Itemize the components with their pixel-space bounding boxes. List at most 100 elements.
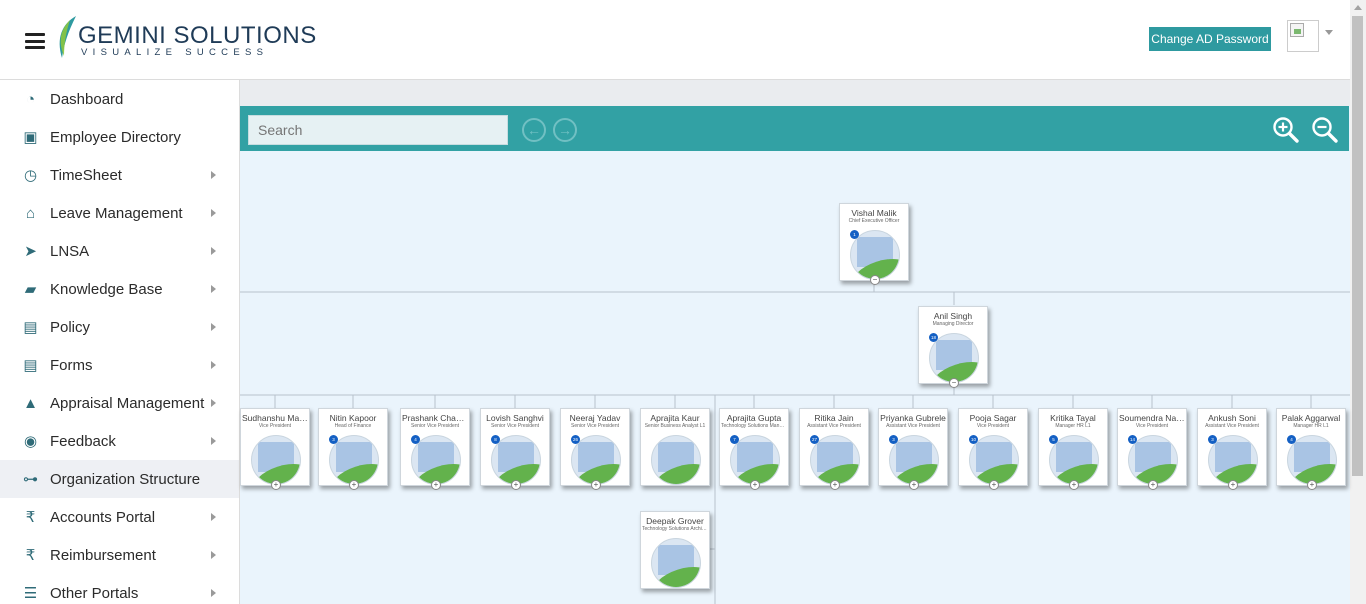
- org-node-card[interactable]: Neeraj Yadav Senior Vice President 26 +: [560, 408, 630, 490]
- org-node-card[interactable]: Aprajita Kaur Senior Business Analyst L1: [640, 408, 710, 486]
- employee-name: Kritika Tayal: [1050, 413, 1096, 423]
- dashboard-icon: ◔: [25, 90, 36, 108]
- logo-name: GEMINI SOLUTIONS: [78, 22, 317, 49]
- expand-node-icon[interactable]: +: [1228, 480, 1238, 490]
- sidebar-item-feedback[interactable]: ◉ Feedback: [0, 422, 239, 460]
- org-node-card[interactable]: Vishal Malik Chief Executive Officer 1 −: [839, 203, 909, 285]
- reports-count-badge: 4: [411, 435, 420, 444]
- expand-node-icon[interactable]: +: [750, 480, 760, 490]
- employee-name: Lovish Sanghvi: [486, 413, 544, 423]
- sidebar-nav: ◔ Dashboard ▣ Employee Directory ◷ TimeSheet ⌂…: [0, 80, 240, 604]
- expand-node-icon[interactable]: +: [989, 480, 999, 490]
- sidebar-item-label: Reimbursement: [50, 546, 156, 564]
- sidebar-item-accounts-portal[interactable]: ₹ Accounts Portal: [0, 498, 239, 536]
- employee-name: Ankush Soni: [1208, 413, 1256, 423]
- employee-title: Technology Solutions Manag...: [721, 423, 788, 429]
- expand-node-icon[interactable]: +: [591, 480, 601, 490]
- org-node-card[interactable]: Priyanka Gubrele Assistant Vice President…: [878, 408, 948, 490]
- list-icon: ☰: [23, 585, 38, 602]
- sidebar-item-label: Dashboard: [50, 90, 124, 108]
- search-input[interactable]: [248, 115, 508, 145]
- user-menu-chevron-down-icon[interactable]: [1325, 30, 1333, 35]
- employee-name: Aprajita Gupta: [726, 413, 782, 423]
- sidebar-item-policy[interactable]: ▤ Policy: [0, 308, 239, 346]
- employee-title: Technology Solutions Archite...: [642, 526, 709, 532]
- content-top-spacer: [240, 80, 1350, 106]
- user-avatar[interactable]: [1287, 20, 1319, 52]
- sidebar-item-other-portals[interactable]: ☰ Other Portals: [0, 574, 239, 604]
- expand-node-icon[interactable]: +: [271, 480, 281, 490]
- sidebar-item-label: Leave Management: [50, 204, 183, 222]
- expand-node-icon[interactable]: +: [349, 480, 359, 490]
- next-arrow-icon[interactable]: →: [553, 118, 577, 142]
- employee-title: Head of Finance: [334, 423, 372, 429]
- reports-count-badge: 3: [329, 435, 338, 444]
- expand-node-icon[interactable]: +: [909, 480, 919, 490]
- org-node-card[interactable]: Pooja Sagar Vice President 10 +: [958, 408, 1028, 490]
- chevron-right-icon: [211, 247, 216, 255]
- sidebar-item-employee-directory[interactable]: ▣ Employee Directory: [0, 118, 239, 156]
- id-card-icon: ▣: [23, 129, 38, 146]
- org-node-card[interactable]: Prashank ChaudharySenior Vice President 4…: [400, 408, 470, 490]
- sitemap-icon: ⊶: [23, 471, 38, 488]
- expand-node-icon[interactable]: +: [431, 480, 441, 490]
- hamburger-menu-icon[interactable]: [25, 33, 45, 49]
- org-node-card[interactable]: Kritika Tayal Manager HR L1 5 +: [1038, 408, 1108, 490]
- employee-title: Vice President: [976, 423, 1010, 429]
- org-node-card[interactable]: Deepak Grover Technology Solutions Archit…: [640, 511, 710, 589]
- change-ad-password-button[interactable]: Change AD Password: [1149, 27, 1271, 51]
- sidebar-item-timesheet[interactable]: ◷ TimeSheet: [0, 156, 239, 194]
- reports-count-badge: 18: [929, 333, 938, 342]
- reports-count-badge: 10: [969, 435, 978, 444]
- previous-arrow-icon[interactable]: ←: [522, 118, 546, 142]
- expand-node-icon[interactable]: +: [511, 480, 521, 490]
- sidebar-item-lnsa[interactable]: ➤ LNSA: [0, 232, 239, 270]
- employee-name: Sudhanshu Malh...: [242, 413, 309, 423]
- app-header: GEMINI SOLUTIONS VISUALIZE SUCCESS Chang…: [0, 0, 1350, 80]
- employee-name: Deepak Grover: [646, 516, 704, 526]
- employee-title: Senior Vice President: [571, 423, 619, 429]
- chat-bubbles-icon: ◉: [23, 433, 38, 450]
- collapse-node-icon[interactable]: −: [949, 378, 959, 388]
- rupee-icon: ₹: [25, 509, 36, 526]
- employee-title: Vice President: [1135, 423, 1169, 429]
- scrollbar-thumb[interactable]: [1352, 16, 1363, 476]
- org-node-card[interactable]: Soumendra Nath... Vice President 14 +: [1117, 408, 1187, 490]
- sidebar-item-leave-management[interactable]: ⌂ Leave Management: [0, 194, 239, 232]
- company-logo[interactable]: GEMINI SOLUTIONS VISUALIZE SUCCESS: [54, 14, 316, 60]
- employee-title: Assistant Vice President: [886, 423, 940, 429]
- org-node-card[interactable]: Nitin Kapoor Head of Finance 3 +: [318, 408, 388, 490]
- page-scrollbar[interactable]: [1350, 0, 1366, 604]
- org-node-card[interactable]: Palak Aggarwal Manager HR L1 4 +: [1276, 408, 1346, 490]
- sidebar-item-label: Forms: [50, 356, 93, 374]
- org-node-card[interactable]: Aprajita Gupta Technology Solutions Manag…: [719, 408, 789, 490]
- broken-image-icon: [1290, 23, 1304, 37]
- org-node-card[interactable]: Anil Singh Managing Director 18 −: [918, 306, 988, 388]
- org-node-card[interactable]: Sudhanshu Malh... Vice President +: [240, 408, 310, 490]
- chevron-right-icon: [211, 209, 216, 217]
- org-chart-canvas[interactable]: Vishal Malik Chief Executive Officer 1− Ani…: [240, 151, 1350, 604]
- zoom-out-icon[interactable]: [1311, 116, 1339, 144]
- employee-name: Palak Aggarwal: [1281, 413, 1341, 423]
- main-content: ← → Vishal MalikChief Exe: [240, 80, 1350, 604]
- collapse-node-icon[interactable]: −: [870, 275, 880, 285]
- employee-title: Assistant Vice President: [1205, 423, 1259, 429]
- expand-node-icon[interactable]: +: [1069, 480, 1079, 490]
- employee-photo: [251, 435, 301, 485]
- expand-node-icon[interactable]: +: [830, 480, 840, 490]
- sidebar-item-forms[interactable]: ▤ Forms: [0, 346, 239, 384]
- sidebar-item-organization-structure[interactable]: ⊶ Organization Structure: [0, 460, 239, 498]
- sidebar-item-appraisal-management[interactable]: ▲ Appraisal Management: [0, 384, 239, 422]
- org-node-card[interactable]: Ankush Soni Assistant Vice President 3 +: [1197, 408, 1267, 490]
- sidebar-item-dashboard[interactable]: ◔ Dashboard: [0, 80, 239, 118]
- paper-plane-icon: ➤: [24, 243, 37, 260]
- org-node-card[interactable]: Lovish Sanghvi Senior Vice President 8 +: [480, 408, 550, 490]
- expand-node-icon[interactable]: +: [1307, 480, 1317, 490]
- employee-title: Manager HR L1: [1293, 423, 1329, 429]
- scroll-up-arrow-icon[interactable]: [1354, 5, 1362, 10]
- org-node-card[interactable]: Ritika Jain Assistant Vice President 27 +: [799, 408, 869, 490]
- sidebar-item-knowledge-base[interactable]: ▰ Knowledge Base: [0, 270, 239, 308]
- expand-node-icon[interactable]: +: [1148, 480, 1158, 490]
- zoom-in-icon[interactable]: [1272, 116, 1300, 144]
- sidebar-item-reimbursement[interactable]: ₹ Reimbursement: [0, 536, 239, 574]
